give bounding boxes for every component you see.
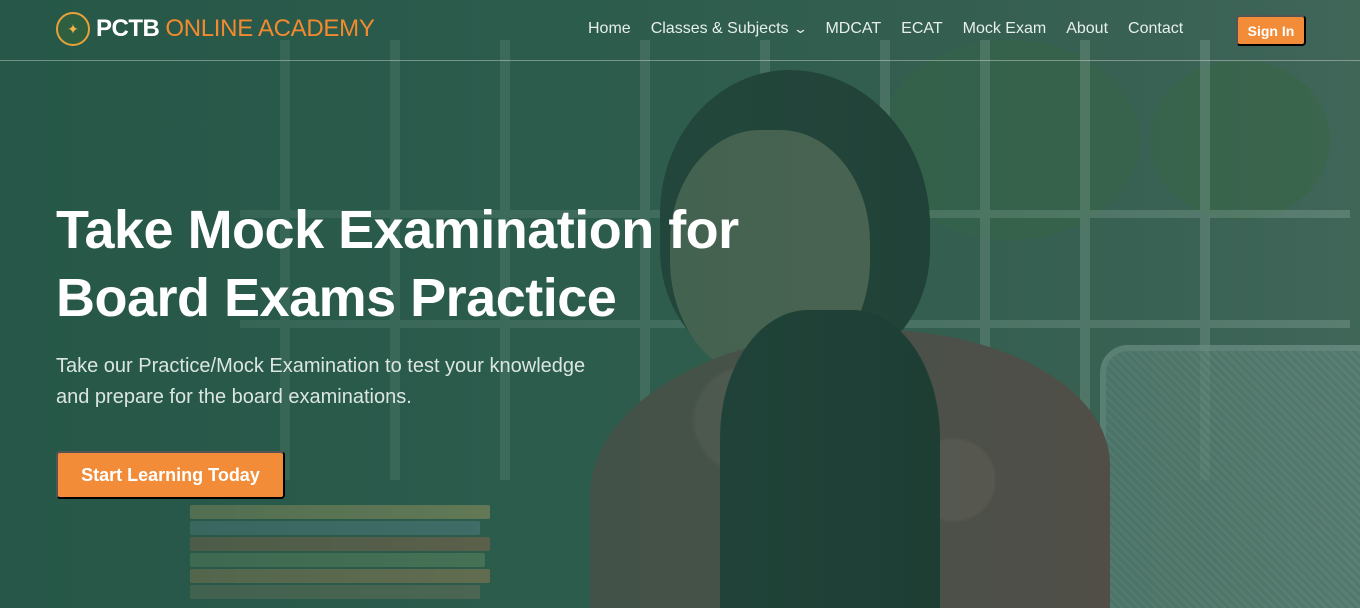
nav-link-mdcat[interactable]: MDCAT xyxy=(825,20,881,38)
sign-in-button[interactable]: Sign In xyxy=(1236,15,1306,46)
top-navbar: ✦ PCTB ONLINE ACADEMY Home Classes & Sub… xyxy=(0,0,1360,61)
hero-title-line-1: Take Mock Examination for xyxy=(56,200,739,260)
brand-name-strong: PCTB xyxy=(96,15,160,42)
nav-link-classes-subjects[interactable]: Classes & Subjects ⌄ xyxy=(650,20,808,38)
brand-name-light: ONLINE ACADEMY xyxy=(165,15,375,42)
hero-subtitle-line-2: and prepare for the board examinations. xyxy=(56,386,412,408)
chevron-down-icon: ⌄ xyxy=(792,21,808,36)
nav-link-label: Classes & Subjects xyxy=(650,20,789,37)
nav-link-ecat[interactable]: ECAT xyxy=(901,20,942,38)
nav-link-home[interactable]: Home xyxy=(588,20,631,38)
nav-link-about[interactable]: About xyxy=(1066,20,1108,38)
academy-crest-icon: ✦ xyxy=(56,12,90,46)
hero-subtitle: Take our Practice/Mock Examination to te… xyxy=(56,351,656,413)
brand-logo-link[interactable]: ✦ PCTB ONLINE ACADEMY xyxy=(56,12,375,46)
hero-title: Take Mock Examination for Board Exams Pr… xyxy=(56,196,816,332)
hero-title-line-2: Board Exams Practice xyxy=(56,268,617,328)
nav-link-mock-exam[interactable]: Mock Exam xyxy=(963,20,1047,38)
hero-subtitle-line-1: Take our Practice/Mock Examination to te… xyxy=(56,355,586,377)
nav-link-contact[interactable]: Contact xyxy=(1128,20,1183,38)
start-learning-button[interactable]: Start Learning Today xyxy=(56,451,285,499)
nav-menu: Home Classes & Subjects ⌄ MDCAT ECAT Moc… xyxy=(588,20,1203,38)
